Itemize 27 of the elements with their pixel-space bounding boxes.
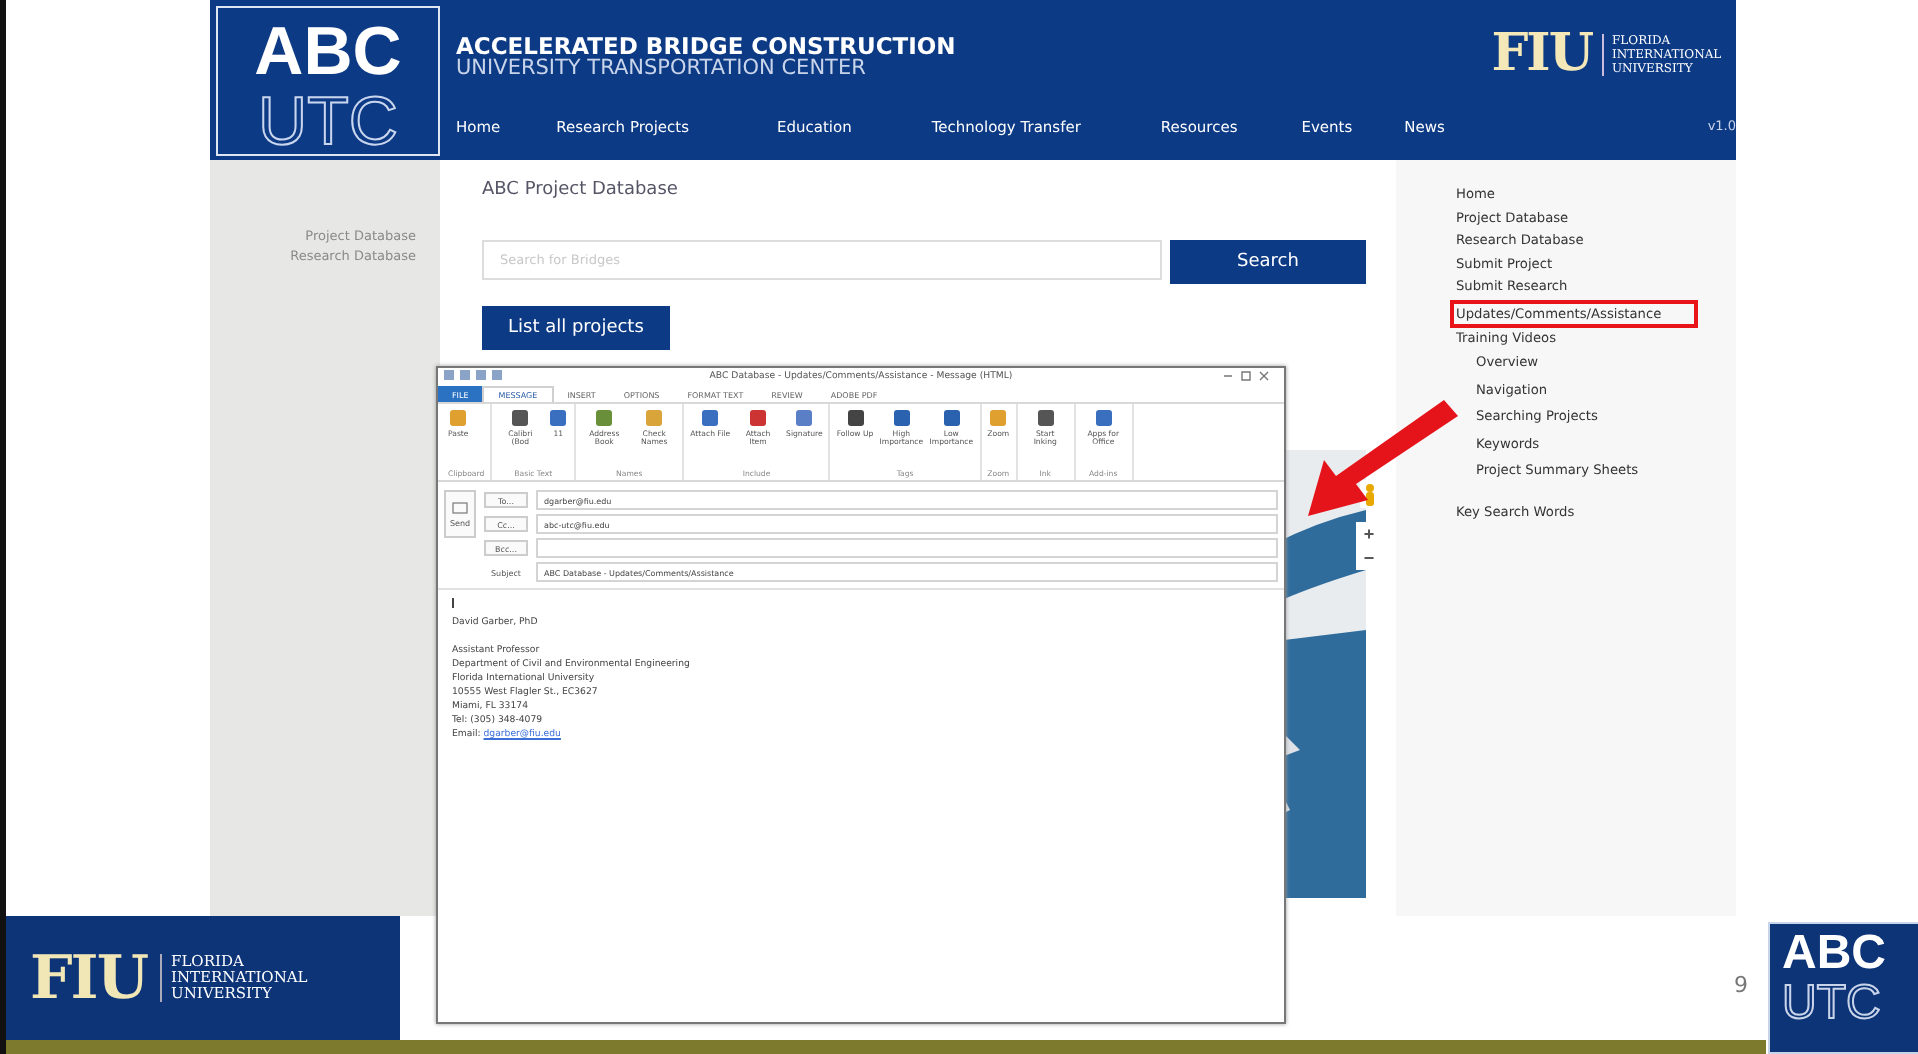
site-title: ACCELERATED BRIDGE CONSTRUCTION xyxy=(456,34,956,58)
tool-icon xyxy=(1093,408,1114,428)
tool-icon xyxy=(794,408,815,428)
tool-icon xyxy=(644,408,665,428)
quick-access-icon[interactable] xyxy=(444,370,502,380)
list-projects-button[interactable]: List all projects xyxy=(482,306,670,350)
tool-icon xyxy=(988,408,1009,428)
search-button[interactable]: Search xyxy=(1170,240,1366,284)
envelope-icon xyxy=(452,501,468,513)
tool-icon xyxy=(510,408,531,428)
tool-icon xyxy=(700,408,721,428)
input-field[interactable] xyxy=(536,538,1278,558)
tool-icon xyxy=(594,408,615,428)
tool-icon xyxy=(748,408,769,428)
tool-icon xyxy=(548,408,569,428)
site-subtitle: UNIVERSITY TRANSPORTATION CENTER xyxy=(456,58,868,80)
tool-icon xyxy=(941,408,962,428)
university-logo: FIU xyxy=(1491,24,1592,84)
site-logo[interactable]: ABC UTC xyxy=(216,6,440,156)
tool-icon xyxy=(891,408,912,428)
tool-icon xyxy=(448,408,469,428)
text-cursor xyxy=(452,598,454,608)
tool-icon xyxy=(845,408,866,428)
page-number: 9 xyxy=(1734,972,1748,998)
page-title: ABC Project Database xyxy=(482,180,680,200)
center-logo: ABC UTC xyxy=(1768,922,1918,1054)
tool-icon xyxy=(1035,408,1056,428)
